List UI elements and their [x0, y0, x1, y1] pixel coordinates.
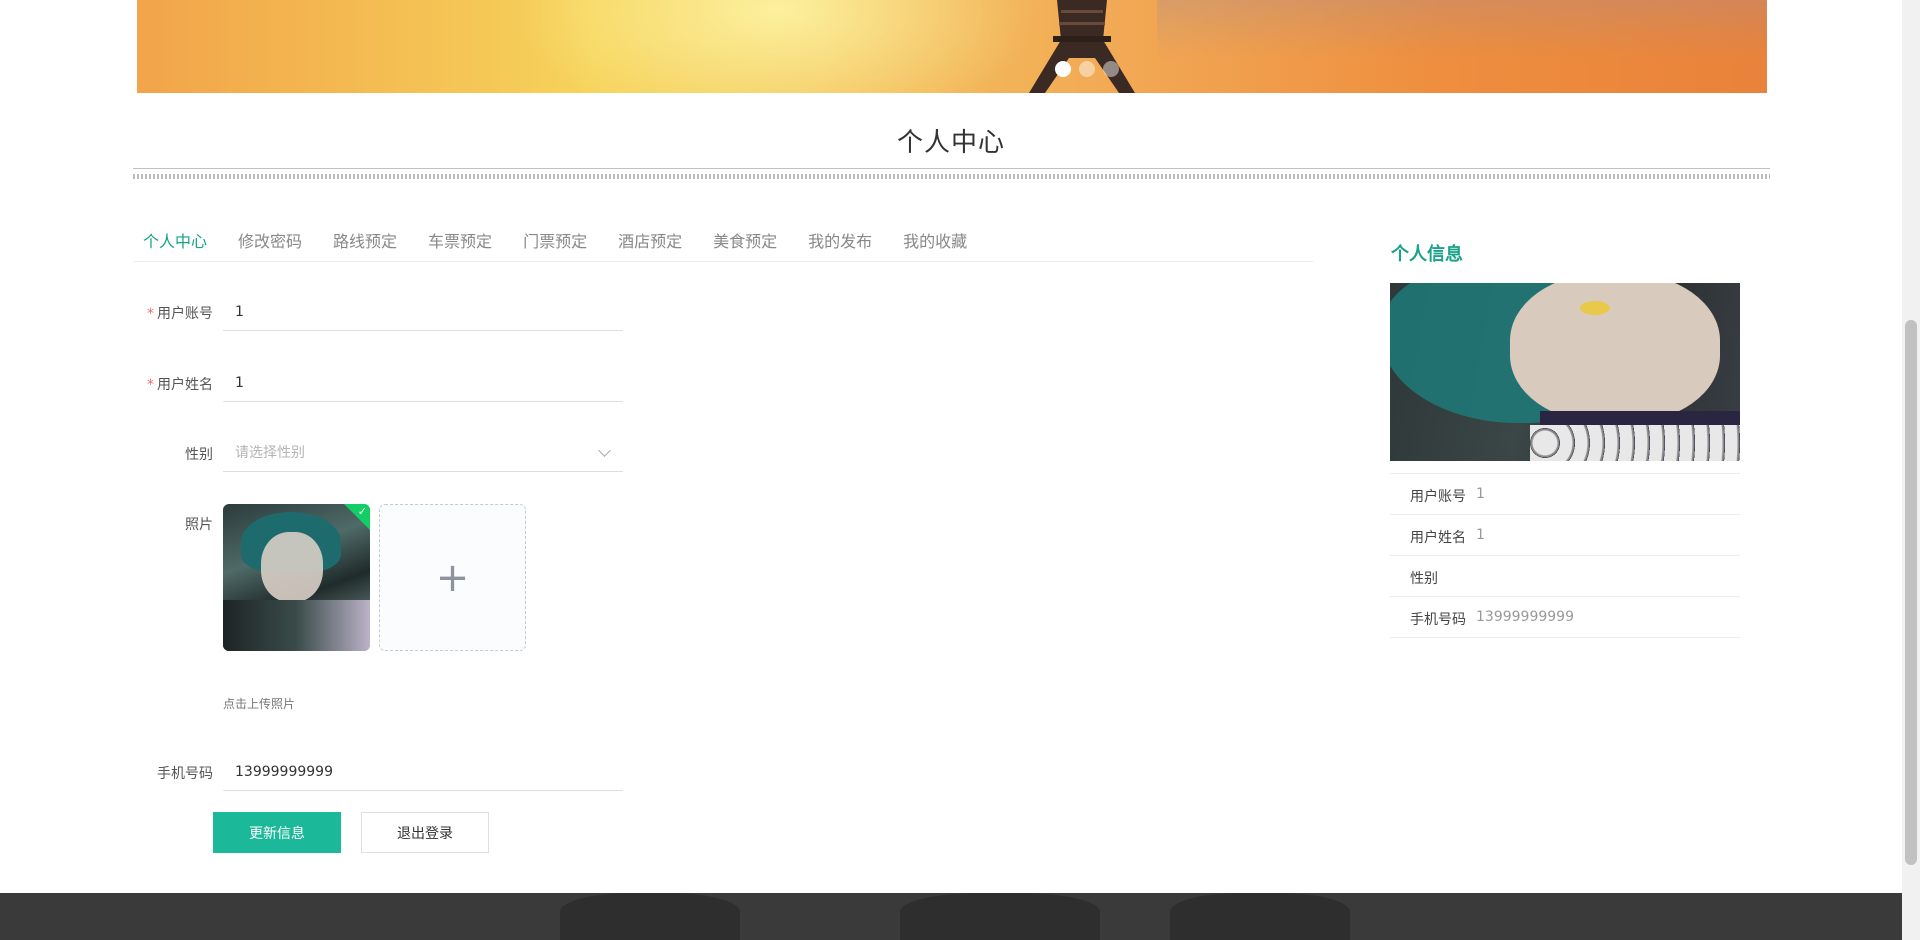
chevron-down-icon: [598, 444, 611, 457]
footer-decoration: [900, 893, 1100, 940]
name-input[interactable]: 1: [223, 364, 623, 402]
banner-clouds: [1157, 0, 1767, 60]
plus-icon: +: [435, 554, 470, 601]
info-row-account: 用户账号 1: [1390, 473, 1740, 515]
tab-admission-booking[interactable]: 门票预定: [523, 228, 587, 252]
info-row-phone: 手机号码 13999999999: [1390, 597, 1740, 638]
page-footer: [0, 893, 1902, 940]
uploaded-photo-thumbnail[interactable]: ✓: [223, 504, 370, 651]
upload-photo-button[interactable]: +: [379, 504, 526, 651]
banner-sky-glow: [517, 0, 1037, 93]
avatar-face: [1510, 283, 1720, 423]
tab-route-booking[interactable]: 路线预定: [333, 228, 397, 252]
scrollbar-thumb[interactable]: [1905, 320, 1917, 865]
page-title: 个人中心: [896, 128, 1005, 158]
update-info-button[interactable]: 更新信息: [213, 812, 341, 853]
photo-clothes: [223, 600, 370, 651]
phone-input[interactable]: 13999999999: [223, 753, 623, 791]
tab-food-booking[interactable]: 美食预定: [713, 228, 777, 252]
avatar-beads: [1530, 425, 1740, 461]
info-value: 13999999999: [1476, 609, 1574, 625]
title-divider-dotted: [133, 174, 1770, 179]
user-center-tabs: 个人中心 修改密码 路线预定 车票预定 门票预定 酒店预定 美食预定 我的发布 …: [143, 228, 998, 252]
eiffel-tower-image: [1029, 0, 1135, 93]
account-label: * 用户账号: [147, 306, 213, 322]
side-panel-title: 个人信息: [1391, 244, 1463, 265]
tab-hotel-booking[interactable]: 酒店预定: [618, 228, 682, 252]
carousel-dot-1[interactable]: [1055, 61, 1071, 77]
carousel-indicators: [1055, 61, 1119, 77]
tab-personal-center[interactable]: 个人中心: [143, 228, 207, 252]
logout-button[interactable]: 退出登录: [361, 812, 489, 853]
photo-label: 照片: [185, 517, 213, 533]
carousel-dot-3[interactable]: [1103, 61, 1119, 77]
profile-info-list: 用户账号 1 用户姓名 1 性别 手机号码 13999999999: [1390, 473, 1740, 638]
account-input[interactable]: 1: [223, 293, 623, 331]
info-row-gender: 性别: [1390, 556, 1740, 597]
gender-select-placeholder: 请选择性别: [235, 445, 305, 461]
profile-avatar-image: [1390, 283, 1740, 461]
required-mark: *: [147, 306, 154, 322]
avatar-eye: [1580, 301, 1610, 315]
gender-select[interactable]: 请选择性别: [223, 434, 623, 472]
gender-label: 性别: [185, 447, 213, 463]
check-icon: ✓: [357, 505, 367, 518]
info-label: 手机号码: [1410, 612, 1466, 628]
tabs-underline: [133, 261, 1313, 262]
info-label: 性别: [1410, 571, 1438, 587]
info-value: 1: [1476, 486, 1485, 502]
footer-decoration: [560, 893, 740, 940]
photo-face: [261, 532, 323, 602]
tab-my-favorites[interactable]: 我的收藏: [903, 228, 967, 252]
page-scrollbar[interactable]: [1902, 0, 1920, 940]
required-mark: *: [147, 377, 154, 393]
tab-change-password[interactable]: 修改密码: [238, 228, 302, 252]
footer-decoration: [1170, 893, 1350, 940]
info-label: 用户账号: [1410, 489, 1466, 505]
name-label: * 用户姓名: [147, 377, 213, 393]
tab-my-posts[interactable]: 我的发布: [808, 228, 872, 252]
carousel-dot-2[interactable]: [1079, 61, 1095, 77]
upload-tip: 点击上传照片: [223, 697, 296, 711]
title-divider: [133, 168, 1770, 169]
info-label: 用户姓名: [1410, 530, 1466, 546]
banner-carousel[interactable]: [137, 0, 1767, 93]
tab-ticket-booking[interactable]: 车票预定: [428, 228, 492, 252]
info-value: 1: [1476, 527, 1485, 543]
phone-label: 手机号码: [157, 766, 213, 782]
info-row-name: 用户姓名 1: [1390, 515, 1740, 556]
